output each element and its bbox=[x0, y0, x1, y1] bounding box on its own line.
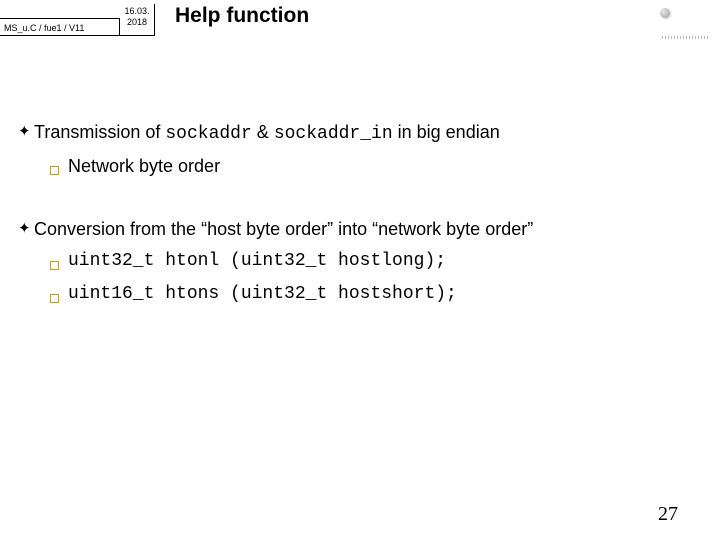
bullet-1: ✦ Transmission of sockaddr & sockaddr_in… bbox=[18, 120, 690, 146]
header-course: MS_u.C / fue1 / V11 bbox=[0, 18, 120, 36]
square-bullet-icon bbox=[50, 285, 68, 309]
header-box: MS_u.C / fue1 / V11 16.03. 2018 bbox=[0, 4, 155, 36]
bullet-1-code2: sockaddr_in bbox=[274, 124, 393, 144]
bullet-1-text: Transmission of sockaddr & sockaddr_in i… bbox=[34, 120, 690, 146]
bullet-2-sub-1: uint32_t htonl (uint32_t hostlong); bbox=[50, 249, 690, 276]
header-date: 16.03. 2018 bbox=[120, 6, 154, 28]
z-bullet-icon: ✦ bbox=[18, 217, 34, 241]
bullet-1-pre: Transmission of bbox=[34, 122, 165, 142]
bullet-2: ✦ Conversion from the “host byte order” … bbox=[18, 217, 690, 241]
bullet-1-sub-1-text: Network byte order bbox=[68, 154, 220, 178]
page-number: 27 bbox=[658, 503, 678, 526]
bullet-1-mid: & bbox=[252, 122, 274, 142]
square-bullet-icon bbox=[50, 157, 68, 181]
decorative-dot-icon bbox=[660, 8, 670, 18]
bullet-2-text: Conversion from the “host byte order” in… bbox=[34, 217, 690, 241]
bullet-2-sub-2-code: uint16_t htons (uint32_t hostshort); bbox=[68, 282, 457, 306]
header-date-top: 16.03. bbox=[124, 6, 149, 16]
bullet-2-sub-2: uint16_t htons (uint32_t hostshort); bbox=[50, 282, 690, 309]
content-body: ✦ Transmission of sockaddr & sockaddr_in… bbox=[18, 120, 690, 315]
decorative-bar-icon bbox=[662, 36, 710, 39]
header-date-bottom: 2018 bbox=[127, 17, 147, 27]
bullet-1-code1: sockaddr bbox=[165, 124, 251, 144]
bullet-1-sub-1: Network byte order bbox=[50, 154, 690, 181]
z-bullet-icon: ✦ bbox=[18, 120, 34, 144]
page-title: Help function bbox=[175, 4, 309, 28]
bullet-1-post: in big endian bbox=[393, 122, 500, 142]
square-bullet-icon bbox=[50, 252, 68, 276]
bullet-2-sub-1-code: uint32_t htonl (uint32_t hostlong); bbox=[68, 249, 446, 273]
